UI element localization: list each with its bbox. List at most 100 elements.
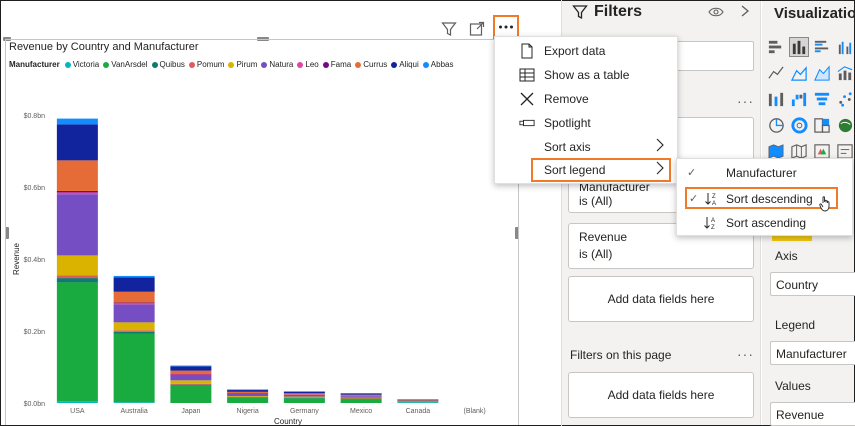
bar-segment[interactable]: [170, 380, 212, 384]
menu-item-spotlight[interactable]: Spotlight: [495, 111, 679, 135]
scatter-icon[interactable]: [835, 89, 855, 109]
bar-segment[interactable]: [340, 393, 382, 394]
bar-segment[interactable]: [227, 390, 269, 392]
submenu-item-sort-descending[interactable]: ✓ ZA Sort descending: [685, 187, 838, 209]
bar-segment[interactable]: [283, 393, 325, 395]
treemap-icon[interactable]: [812, 115, 832, 135]
bar-segment[interactable]: [56, 194, 98, 256]
legend-item[interactable]: Currus: [355, 60, 387, 69]
waterfall-icon[interactable]: [789, 89, 809, 109]
axis-field-well[interactable]: Country: [770, 272, 855, 296]
bar-segment[interactable]: [113, 302, 155, 304]
bar-segment[interactable]: [283, 396, 325, 398]
bar-segment[interactable]: [170, 370, 212, 375]
menu-item-sort-axis[interactable]: Sort axis: [495, 135, 679, 159]
bar-segment[interactable]: [113, 304, 155, 323]
menu-item-sort-legend[interactable]: Sort legend: [531, 158, 671, 182]
bar-segment[interactable]: [56, 124, 98, 161]
bar-segment[interactable]: [170, 383, 212, 385]
legend-field-well[interactable]: Manufacturer: [770, 341, 855, 365]
stacked-bar-icon[interactable]: [766, 37, 786, 57]
bar-segment[interactable]: [283, 391, 325, 394]
legend-item[interactable]: Pirum: [228, 60, 257, 69]
bar-segment[interactable]: [170, 374, 212, 381]
eye-icon[interactable]: [708, 5, 724, 23]
bar-segment[interactable]: [340, 396, 382, 398]
bar-segment[interactable]: [227, 391, 269, 394]
menu-item-show-as-table[interactable]: Show as a table: [495, 63, 679, 87]
stacked-column-icon[interactable]: [789, 37, 809, 57]
bar-segment[interactable]: [397, 402, 439, 403]
clustered-bar-icon[interactable]: [812, 37, 832, 57]
legend-item[interactable]: Abbas: [422, 60, 453, 69]
bar-segment[interactable]: [56, 192, 98, 195]
bar-segment[interactable]: [113, 330, 155, 332]
bar-segment[interactable]: [56, 401, 98, 403]
bar-segment[interactable]: [227, 397, 269, 403]
bar-segment[interactable]: [56, 275, 98, 279]
stacked-area-icon[interactable]: [812, 63, 832, 83]
legend-item[interactable]: Aliqui: [391, 60, 419, 69]
pie-chart-icon[interactable]: [766, 115, 786, 135]
legend-well-label: Legend: [775, 318, 816, 332]
bar-segment[interactable]: [113, 275, 155, 278]
legend-item[interactable]: Pomum: [188, 60, 224, 69]
bar-segment[interactable]: [397, 399, 439, 401]
bar-segment[interactable]: [113, 402, 155, 403]
funnel-icon[interactable]: [812, 89, 832, 109]
ribbon-chart-icon[interactable]: [766, 89, 786, 109]
legend-item[interactable]: Quibus: [151, 60, 185, 69]
line-chart-icon[interactable]: [766, 63, 786, 83]
collapse-chevron-icon[interactable]: [740, 4, 750, 21]
donut-chart-icon[interactable]: [789, 115, 809, 135]
focus-mode-icon[interactable]: [468, 20, 486, 38]
visual-filters-more-icon[interactable]: ···: [737, 93, 754, 109]
legend-item[interactable]: Leo: [297, 60, 319, 69]
bar-segment[interactable]: [283, 391, 325, 392]
legend-item[interactable]: Natura: [261, 60, 293, 69]
legend-item[interactable]: VanArsdel: [103, 60, 148, 69]
map-icon[interactable]: [835, 115, 855, 135]
bar-segment[interactable]: [340, 394, 382, 396]
bar-segment[interactable]: [56, 118, 98, 125]
bar-segment[interactable]: [340, 399, 382, 403]
legend-item[interactable]: Victoria: [64, 60, 99, 69]
bar-segment[interactable]: [113, 277, 155, 292]
bar-segment[interactable]: [56, 282, 98, 402]
legend-item[interactable]: Fama: [322, 60, 351, 69]
bar-segment[interactable]: [227, 389, 269, 391]
bar-segment[interactable]: [113, 291, 155, 303]
bar-segment[interactable]: [113, 331, 155, 334]
bar-segment[interactable]: [227, 394, 269, 397]
bar-segment[interactable]: [113, 333, 155, 403]
bar-segment[interactable]: [340, 393, 382, 395]
add-data-fields-visual[interactable]: Add data fields here: [568, 276, 754, 322]
page-filters-more-icon[interactable]: ···: [737, 346, 754, 362]
bar-segment[interactable]: [227, 396, 269, 398]
menu-item-export-data[interactable]: Export data: [495, 39, 679, 63]
bar-segment[interactable]: [56, 190, 98, 193]
bar-segment[interactable]: [283, 398, 325, 403]
clustered-column-icon[interactable]: [835, 37, 855, 57]
submenu-item-manufacturer[interactable]: ✓ Manufacturer: [677, 161, 854, 185]
bar-segment[interactable]: [283, 394, 325, 397]
bar-segment[interactable]: [170, 385, 212, 403]
bar-segment[interactable]: [113, 303, 155, 305]
more-options-icon: [499, 25, 513, 29]
line-column-icon[interactable]: [835, 63, 855, 83]
area-chart-icon[interactable]: [789, 63, 809, 83]
bar-segment[interactable]: [170, 365, 212, 367]
bar-segment[interactable]: [113, 322, 155, 331]
bar-segment[interactable]: [170, 384, 212, 386]
bar-segment[interactable]: [170, 366, 212, 371]
filter-icon[interactable]: [440, 20, 458, 38]
bar-segment[interactable]: [56, 160, 98, 191]
bar-segment[interactable]: [56, 278, 98, 283]
add-data-fields-page[interactable]: Add data fields here: [568, 372, 754, 418]
values-field-well[interactable]: Revenue: [770, 402, 855, 426]
menu-item-remove[interactable]: Remove: [495, 87, 679, 111]
submenu-item-sort-ascending[interactable]: AZ Sort ascending: [677, 211, 854, 235]
bar-segment[interactable]: [56, 255, 98, 276]
bar-segment[interactable]: [340, 397, 382, 399]
bar-segment[interactable]: [397, 401, 439, 403]
